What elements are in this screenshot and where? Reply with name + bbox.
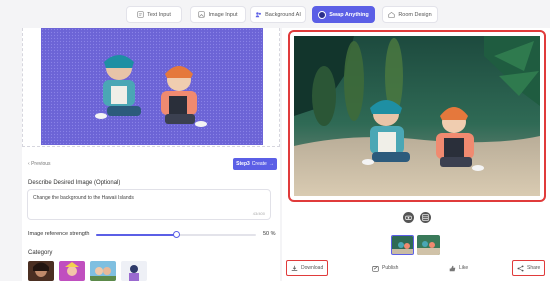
strength-value: 50 % [263,231,276,237]
like-button[interactable]: Like [445,260,472,276]
tab-swap-anything[interactable]: Swap Anything [312,6,375,23]
publish-label: Publish [382,265,399,271]
text-icon [137,11,144,18]
swap-icon [318,10,327,19]
create-button[interactable]: Step3 Create → [233,158,277,170]
result-thumb[interactable] [417,235,440,255]
category-thumb[interactable] [28,261,54,281]
publish-icon [372,265,379,272]
upload-preview-area[interactable] [22,28,280,147]
room-icon [388,11,395,18]
prompt-text: Change the background to the Hawaii Isla… [33,195,134,201]
create-step-label: Step3 [236,161,250,167]
describe-label: Describe Desired Image (Optional) [28,180,121,186]
tab-label: Text Input [147,11,171,18]
previous-label: Previous [31,161,51,167]
category-thumb[interactable] [90,261,116,281]
share-label: Share [527,265,541,271]
publish-button[interactable]: Publish [368,260,402,276]
compare-icon [405,215,412,220]
strength-slider-fill [96,234,176,236]
tab-room-design[interactable]: Room Design [382,6,438,23]
share-icon [517,264,524,272]
mode-tabs: Text Input Image Input Background AI Swa… [0,6,550,23]
thumbs-up-icon [449,265,456,271]
category-label: Category [28,250,53,256]
tab-label: Room Design [398,11,432,18]
category-thumb[interactable] [59,261,85,281]
tab-background-ai[interactable]: Background AI [250,6,306,23]
people-icon [255,11,262,18]
gallery-button[interactable] [420,212,431,223]
tab-label: Background AI [265,11,301,18]
strength-slider[interactable] [96,231,256,238]
download-icon [291,265,298,271]
create-label: Create [251,161,267,167]
download-label: Download [301,265,324,271]
compare-button[interactable] [403,212,414,223]
prompt-char-count: 43/400 [252,211,265,216]
result-thumb-selected[interactable] [391,235,414,255]
like-label: Like [459,265,469,271]
arrow-right-icon: → [268,161,274,167]
previous-button[interactable]: ‹ Previous [28,161,51,167]
tab-text-input[interactable]: Text Input [126,6,182,23]
tab-label: Swap Anything [329,11,369,18]
tab-label: Image Input [208,11,238,18]
result-image[interactable] [294,36,540,196]
prompt-textarea[interactable]: Change the background to the Hawaii Isla… [27,189,271,220]
download-button[interactable]: Download [286,260,329,276]
result-panel: Download Publish Like Share [282,28,550,281]
strength-label: Image reference strength [28,231,90,237]
image-icon [198,11,206,18]
strength-slider-handle[interactable] [172,231,180,238]
editor-panel: ‹ Previous Step3 Create → Describe Desir… [22,28,280,281]
masked-source-image [41,28,263,145]
result-image-frame [288,30,546,202]
share-button[interactable]: Share [512,260,546,276]
category-thumb[interactable] [121,261,147,281]
tab-image-input[interactable]: Image Input [190,6,246,23]
grid-icon [422,214,429,221]
